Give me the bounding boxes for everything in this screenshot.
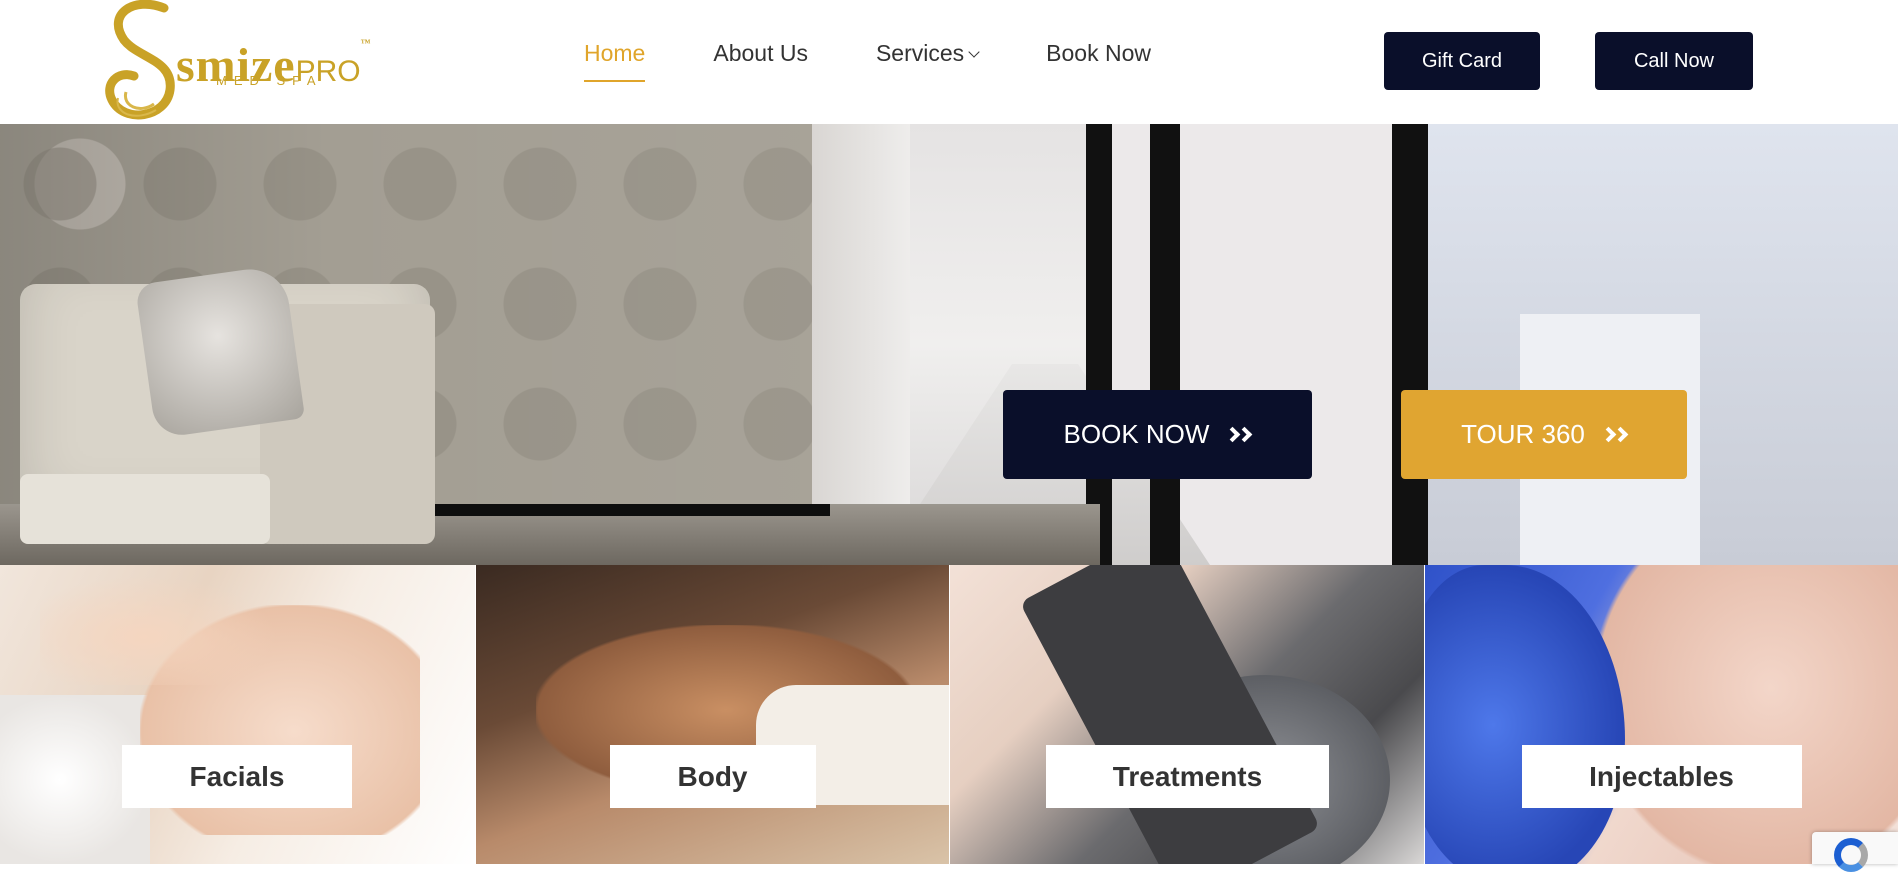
gift-card-button[interactable]: Gift Card: [1384, 32, 1540, 90]
double-chevron-right-icon: [1603, 429, 1627, 440]
service-tile-treatments[interactable]: Treatments: [949, 565, 1424, 864]
call-now-button[interactable]: Call Now: [1595, 32, 1753, 90]
chevron-down-icon: [969, 46, 980, 57]
logo-s-mark-icon: [104, 0, 184, 122]
hero-book-now-label: BOOK NOW: [1064, 419, 1210, 450]
service-tile-label: Injectables: [1522, 745, 1802, 808]
service-tiles: Facials Body Treatments Injectables: [0, 565, 1898, 864]
nav-book-now[interactable]: Book Now: [1046, 38, 1151, 78]
recaptcha-badge[interactable]: [1812, 832, 1898, 864]
nav-about-us[interactable]: About Us: [713, 38, 808, 78]
hero-pillow: [135, 264, 305, 438]
main-nav: Home About Us Services Book Now: [584, 38, 1219, 78]
double-chevron-right-icon: [1227, 429, 1251, 440]
site-header: smizePRO™ MED SPA Home About Us Services…: [0, 0, 1898, 124]
hero-tour-360-label: TOUR 360: [1461, 419, 1585, 450]
nav-services-label: Services: [876, 40, 964, 66]
service-tile-body[interactable]: Body: [475, 565, 950, 864]
nav-services[interactable]: Services: [876, 38, 978, 78]
service-tile-injectables[interactable]: Injectables: [1424, 565, 1898, 864]
brand-subtitle: MED SPA: [216, 73, 323, 88]
recaptcha-icon: [1834, 838, 1868, 872]
service-tile-label: Body: [610, 745, 816, 808]
hero-section: BOOK NOW TOUR 360: [0, 124, 1898, 565]
hero-book-now-button[interactable]: BOOK NOW: [1003, 390, 1312, 479]
service-tile-label: Treatments: [1046, 745, 1329, 808]
nav-home[interactable]: Home: [584, 38, 645, 78]
brand-logo[interactable]: smizePRO™ MED SPA: [104, 0, 364, 122]
service-tile-label: Facials: [122, 745, 352, 808]
service-tile-facials[interactable]: Facials: [0, 565, 475, 864]
hero-tour-360-button[interactable]: TOUR 360: [1401, 390, 1687, 479]
